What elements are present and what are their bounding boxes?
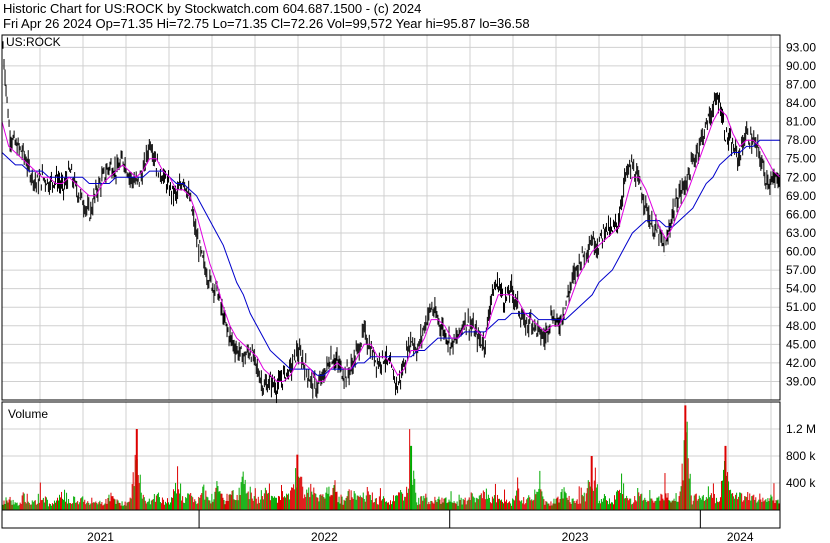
time-axis-labels: 2021 2022 2023 2024: [87, 510, 754, 543]
volume-tick-label: 800 k: [786, 449, 816, 463]
price-tick-label: 90.00: [786, 59, 816, 73]
volume-bars: [2, 405, 780, 510]
price-tick-label: 72.00: [786, 170, 816, 184]
price-tick-label: 75.00: [786, 152, 816, 166]
price-tick-label: 45.00: [786, 337, 816, 351]
price-tick-label: 48.00: [786, 319, 816, 333]
year-label: 2021: [87, 530, 114, 543]
year-label: 2024: [727, 530, 754, 543]
volume-panel-title: Volume: [8, 407, 48, 421]
price-tick-label: 60.00: [786, 245, 816, 259]
price-tick-label: 57.00: [786, 263, 816, 277]
price-grid: [2, 35, 780, 400]
price-tick-label: 51.00: [786, 300, 816, 314]
time-axis-frame: [1, 509, 781, 529]
price-tick-label: 39.00: [786, 374, 816, 388]
price-tick-label: 93.00: [786, 40, 816, 54]
price-tick-label: 84.00: [786, 96, 816, 110]
volume-tick-label: 400 k: [786, 476, 816, 490]
price-tick-label: 42.00: [786, 356, 816, 370]
price-tick-label: 87.00: [786, 77, 816, 91]
stock-chart: 93.00 90.00 87.00 84.00 81.00 78.00 75.00 72.00…: [1, 34, 816, 543]
price-bars: [2, 41, 780, 404]
price-tick-label: 69.00: [786, 189, 816, 203]
year-label: 2022: [311, 530, 338, 543]
panel-frames: [1, 34, 781, 529]
price-tick-label: 63.00: [786, 226, 816, 240]
volume-axis-labels: 1.2 M 800 k 400 k: [786, 422, 816, 490]
volume-grid: [2, 402, 780, 510]
price-tick-label: 54.00: [786, 282, 816, 296]
price-tick-label: 81.00: [786, 115, 816, 129]
price-tick-label: 78.00: [786, 133, 816, 147]
year-label: 2023: [562, 530, 589, 543]
price-panel-title: US:ROCK: [6, 35, 61, 49]
price-tick-label: 66.00: [786, 207, 816, 221]
volume-tick-label: 1.2 M: [786, 422, 816, 436]
price-axis-labels: 93.00 90.00 87.00 84.00 81.00 78.00 75.00 72.00…: [786, 40, 816, 388]
moving-average-long-line: [1, 139, 780, 376]
price-panel-frame: [1, 34, 781, 401]
